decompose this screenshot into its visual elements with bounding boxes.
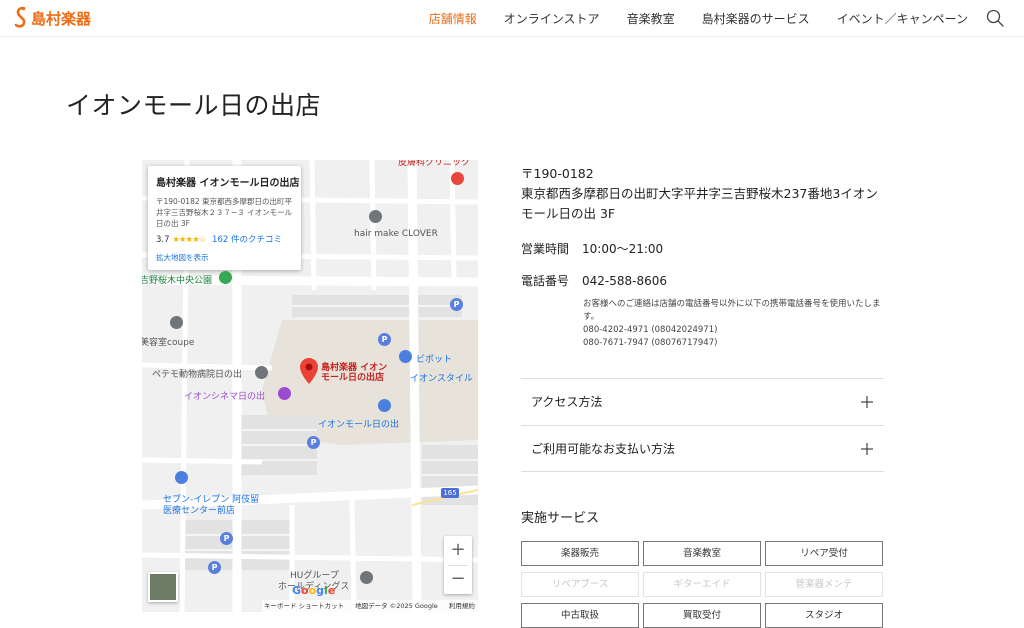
service-repair[interactable]: リペア受付 [765,541,883,566]
beauty-salon-pin-icon [170,316,183,329]
map-card-rating-row: 3.7 ★★★★☆ 162 件のクチコミ [156,233,293,245]
store-info: 〒190-0182 東京都西多摩郡日の出町大字平井字三吉野桜木237番地3イオン… [521,164,884,224]
keyboard-shortcuts-link[interactable]: キーボード ショートカット [264,602,344,610]
poi-beauty-salon[interactable]: 美容室coupe [142,335,194,348]
mall-pin-icon [378,399,391,412]
map-zoom-control: + − [444,536,472,594]
store-hours-row: 営業時間 10:00〜21:00 [521,240,663,257]
route-165-badge: 165 [441,488,459,498]
vet-pin-icon [255,366,268,379]
larger-map-link[interactable]: 拡大地図を表示 [156,252,293,263]
map-card-address: 〒190-0182 東京都西多摩郡日の出町平井字三吉野桜木２３７−３ イオンモー… [156,197,293,228]
google-logo: Google [292,584,336,597]
rating-stars-icon: ★★★★☆ [172,235,206,245]
service-music-school[interactable]: 音楽教室 [643,541,761,566]
contact-note-text: お客様へのご連絡は店舗の電話番号以外に以下の携帯電話番号を使用いたします。 [583,299,881,322]
plus-icon [861,396,873,408]
nav-item-services[interactable]: 島村楽器のサービス [702,10,810,27]
park-pin-icon [219,271,232,284]
satellite-toggle-button[interactable] [148,572,178,602]
hair-salon-pin-icon [369,210,382,223]
poi-clinic[interactable]: 皮膚科クリニック [398,160,470,168]
phone-label: 電話番号 [521,274,570,288]
accordion-access-label: アクセス方法 [531,395,603,409]
zoom-out-button[interactable]: − [444,565,472,594]
parking-icon: P [220,532,233,545]
phone-value[interactable]: 042-588-8606 [582,274,667,288]
page-title: イオンモール日の出店 [66,91,322,120]
plus-icon [861,443,873,455]
main-nav: 店舗情報 オンラインストア 音楽教室 島村楽器のサービス イベント／キャンペーン [402,0,968,36]
store-location-pin-icon[interactable] [300,358,318,384]
parking-icon: P [378,333,391,346]
map-card-rating: 3.7 [156,235,170,245]
search-icon[interactable] [986,9,1004,27]
parking-icon: P [307,436,320,449]
hours-label: 営業時間 [521,242,570,256]
divider [521,471,884,472]
service-instrument-sales[interactable]: 楽器販売 [521,541,639,566]
store-address: 東京都西多摩郡日の出町大字平井字三吉野桜木237番地3イオンモール日の出 3F [521,186,878,221]
service-studio[interactable]: スタジオ [765,603,883,628]
map-card-reviews-link[interactable]: 162 件のクチコミ [212,235,282,245]
nav-item-store-info[interactable]: 店舗情報 [429,10,477,27]
store-map[interactable]: 島村楽器 イオンモール日の出店 〒190-0182 東京都西多摩郡日の出町平井字… [142,160,478,612]
brand-logo[interactable]: 島村楽器 [14,4,91,32]
company-pin-icon [360,571,373,584]
accordion-payment-label: ご利用可能なお支払い方法 [531,442,676,456]
service-used[interactable]: 中古取扱 [521,603,639,628]
logo-mark-icon [14,6,26,28]
poi-cinema[interactable]: イオンシネマ日の出 [184,389,265,402]
map-card-title: 島村楽器 イオンモール日の出店 [156,178,300,189]
nav-item-music-school[interactable]: 音楽教室 [627,10,675,27]
service-guitar-aid: ギターエイド [643,572,761,597]
poi-aeon-mall[interactable]: イオンモール日の出 [318,417,399,430]
contact-mobile-1: 080-4202-4971 (08042024971) [583,325,718,335]
poi-aeon-style[interactable]: イオンスタイル [410,371,473,384]
poi-store-line2[interactable]: モール日の出店 [321,373,384,383]
service-wind-maintenance: 管楽器メンテ [765,572,883,597]
poi-park[interactable]: 吉野桜木中央公園 [142,273,212,286]
shopping-pin-icon [399,350,412,363]
cinema-pin-icon [278,387,291,400]
accordion-access[interactable]: アクセス方法 [521,379,884,425]
poi-vet[interactable]: ペテモ動物病院日の出 [152,367,242,380]
poi-seven-eleven-line2[interactable]: 医療センター前店 [163,503,235,516]
map-info-card: 島村楽器 イオンモール日の出店 〒190-0182 東京都西多摩郡日の出町平井字… [148,166,301,270]
services-title: 実施サービス [521,511,600,526]
nav-item-online-store[interactable]: オンラインストア [504,10,600,27]
zoom-in-button[interactable]: + [444,536,472,565]
poi-hair-salon[interactable]: hair make CLOVER [354,229,438,239]
convenience-store-pin-icon [175,471,188,484]
poi-store-line1[interactable]: 島村楽器 イオン [321,363,387,373]
nav-item-events[interactable]: イベント／キャンペーン [837,10,968,27]
contact-mobile-2: 080-7671-7947 (08076717947) [583,338,718,348]
hours-value: 10:00〜21:00 [582,242,664,256]
terms-link[interactable]: 利用規約 [449,602,475,610]
poi-bipot[interactable]: ビポット [416,352,452,365]
store-postal-code: 〒190-0182 [521,166,594,181]
service-repair-booth: リペアブース [521,572,639,597]
service-buyback[interactable]: 買取受付 [643,603,761,628]
accordion-payment[interactable]: ご利用可能なお支払い方法 [521,426,884,472]
brand-name: 島村楽器 [31,9,92,28]
parking-icon: P [450,298,463,311]
store-phone-row: 電話番号 042-588-8606 [521,272,667,289]
clinic-pin-icon [451,172,464,185]
site-header: 島村楽器 店舗情報 オンラインストア 音楽教室 島村楽器のサービス イベント／キ… [0,0,1024,37]
map-footer: キーボード ショートカット 地図データ ©2025 Google 利用規約 [262,600,478,612]
parking-icon: P [208,561,221,574]
contact-note: お客様へのご連絡は店舗の電話番号以外に以下の携帯電話番号を使用いたします。 08… [583,298,888,350]
zoom-divider [448,565,468,566]
map-data-credit: 地図データ ©2025 Google [355,602,438,610]
